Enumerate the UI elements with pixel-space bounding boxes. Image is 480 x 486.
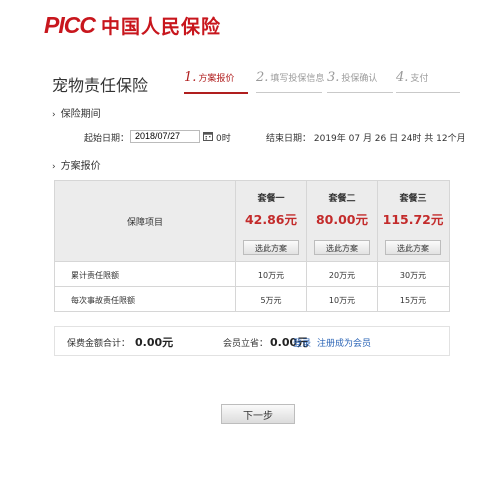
step-label: 支付 xyxy=(410,74,429,84)
row-value: 20万元 xyxy=(328,271,356,280)
row-value: 10万元 xyxy=(328,296,356,305)
register-link[interactable]: 注册成为会员 xyxy=(317,336,371,349)
date-row: 起始日期： 0时 结束日期： 2019年 07 月 26 日 24时 共 12个… xyxy=(84,130,466,144)
package-price: 80.00元 xyxy=(315,212,369,227)
logo-name: 中国人民保险 xyxy=(100,15,221,38)
login-link[interactable]: 登录 xyxy=(293,336,311,349)
chevron-right-icon: › xyxy=(52,162,56,172)
row-value: 5万元 xyxy=(260,296,282,305)
picc-logo: PICC 中国人民保险 xyxy=(44,12,221,38)
select-package-1-button[interactable]: 选此方案 xyxy=(243,240,299,255)
saving-label: 会员立省： xyxy=(223,339,269,349)
total-label: 保费金额合计： xyxy=(67,339,131,349)
section-period-heading: › 保险期间 xyxy=(52,105,101,120)
step-number: 3. xyxy=(327,70,340,85)
total-value: 0.00元 xyxy=(135,336,174,349)
package-2: 套餐二 80.00元 选此方案 xyxy=(307,181,377,261)
section-period-title: 保险期间 xyxy=(60,109,101,120)
next-step-button[interactable]: 下一步 xyxy=(221,404,295,424)
step-number: 2. xyxy=(256,70,269,85)
step-quote: 1. 方案报价 xyxy=(184,70,248,94)
section-quote-title: 方案报价 xyxy=(60,161,101,172)
step-label: 投保确认 xyxy=(341,74,378,84)
start-date-label: 起始日期： xyxy=(84,134,130,144)
step-payment: 4. 支付 xyxy=(396,70,460,93)
row-value: 30万元 xyxy=(399,271,427,280)
package-name: 套餐二 xyxy=(328,194,356,204)
guarantee-label: 保障项目 xyxy=(126,218,163,228)
step-number: 1. xyxy=(184,70,197,85)
package-name: 套餐一 xyxy=(257,194,285,204)
step-fill-info: 2. 填写投保信息 xyxy=(256,70,325,93)
progress-steps: 1. 方案报价 2. 填写投保信息 3. 投保确认 4. 支付 xyxy=(184,70,460,94)
step-confirm: 3. 投保确认 xyxy=(327,70,393,93)
start-date-input[interactable] xyxy=(130,130,200,143)
package-price: 42.86元 xyxy=(244,212,298,227)
package-1: 套餐一 42.86元 选此方案 xyxy=(236,181,306,261)
table-row: 每次事故责任限额 5万元 10万元 15万元 xyxy=(55,287,449,311)
page-title: 宠物责任保险 xyxy=(52,76,149,95)
select-package-2-button[interactable]: 选此方案 xyxy=(314,240,370,255)
package-name: 套餐三 xyxy=(399,194,427,204)
row-label: 每次事故责任限额 xyxy=(71,296,135,305)
plan-table: 保障项目 套餐一 42.86元 选此方案 套餐二 80.00元 选此方案 套餐三… xyxy=(54,180,450,312)
logo-mark: PICC xyxy=(44,11,96,38)
package-3: 套餐三 115.72元 选此方案 xyxy=(378,181,448,261)
premium-summary: 保费金额合计： 0.00元 会员立省： 0.00元 登录 注册成为会员 xyxy=(54,326,450,356)
calendar-icon[interactable] xyxy=(203,131,213,141)
package-price: 115.72元 xyxy=(382,212,444,227)
step-label: 方案报价 xyxy=(198,74,235,84)
step-label: 填写投保信息 xyxy=(270,74,325,84)
select-package-3-button[interactable]: 选此方案 xyxy=(385,240,441,255)
chevron-right-icon: › xyxy=(52,110,56,120)
start-hour: 0时 xyxy=(216,134,231,144)
end-date-text: 结束日期： 2019年 07 月 26 日 24时 共 12个月 xyxy=(266,134,466,144)
step-number: 4. xyxy=(396,70,409,85)
section-quote-heading: › 方案报价 xyxy=(52,157,101,172)
row-value: 10万元 xyxy=(257,271,285,280)
row-label: 累计责任限额 xyxy=(71,271,119,280)
table-row: 累计责任限额 10万元 20万元 30万元 xyxy=(55,262,449,287)
row-value: 15万元 xyxy=(399,296,427,305)
